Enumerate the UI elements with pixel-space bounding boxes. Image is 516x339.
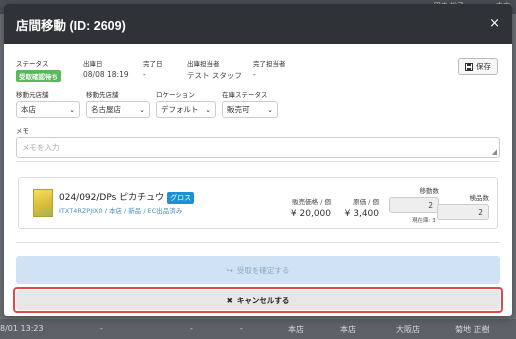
from-store-select[interactable]: 本店 ⌄ <box>16 101 80 118</box>
close-icon: ✖ <box>226 295 233 305</box>
ship-staff-value: テスト スタッフ <box>187 71 242 80</box>
background-cell: 本店 <box>288 325 304 334</box>
background-cell: 大阪店 <box>396 325 420 334</box>
confirm-receipt-button[interactable]: ↪ 受取を確定する <box>16 256 500 284</box>
item-card: 024/092/DPs ピカチュウ グロス ITXT4RZPJIX0 / 本店 /… <box>18 177 498 229</box>
to-store-field: 移動先店舗 名古屋店 ⌄ <box>86 89 150 118</box>
chevron-down-icon: ⌄ <box>69 105 75 114</box>
transfer-modal: 店間移動 (ID: 2609) × 保存 ステータス 受取確認待ち 出庫日 08… <box>4 4 512 316</box>
card-thumbnail <box>33 189 53 217</box>
background-cell: 菊地 正樹 <box>455 325 490 334</box>
cost-col: 原価 / 個 ¥ 3,400 <box>337 196 379 219</box>
confirm-label: 受取を確定する <box>236 265 290 275</box>
location-label: ロケーション <box>156 91 195 99</box>
ship-date-label: 出庫日 <box>83 60 103 68</box>
stock-status-label: 在庫ステータス <box>222 91 268 99</box>
modal-body: 保存 ステータス 受取確認待ち 出庫日 08/08 18:19 完了日 - 出庫… <box>4 44 512 166</box>
current-stock-note: 現在庫: 3 <box>412 218 436 224</box>
select-row: 移動元店舗 本店 ⌄ 移動先店舗 名古屋店 ⌄ ロケーション デフォルト ⌄ 在… <box>16 89 500 118</box>
from-store-value: 本店 <box>21 105 36 114</box>
background-cell-date: 8/01 13:23 <box>0 324 44 333</box>
stock-status-value: 販売可 <box>227 105 250 114</box>
sale-price-value: ¥ 20,000 <box>290 209 331 219</box>
item-name-line: 024/092/DPs ピカチュウ グロス <box>59 190 195 204</box>
background-cell: 本店 <box>340 325 356 334</box>
move-qty-label: 移動数 <box>419 187 440 195</box>
item-name: 024/092/DPs ピカチュウ <box>59 193 165 203</box>
done-staff-value: - <box>253 70 256 79</box>
background-table-row: 8/01 13:23 - - - 本店 本店 大阪店 菊地 正樹 <box>0 318 516 339</box>
status-info: ステータス 受取確認待ち <box>16 58 71 82</box>
info-row: ステータス 受取確認待ち 出庫日 08/08 18:19 完了日 - 出庫担当者… <box>16 58 500 82</box>
from-store-label: 移動元店舗 <box>16 91 49 99</box>
move-qty-col: 移動数 <box>389 185 440 195</box>
status-label: ステータス <box>16 60 49 68</box>
divider <box>16 242 500 243</box>
save-icon <box>465 62 473 71</box>
modal-title: 店間移動 (ID: 2609) <box>16 18 126 33</box>
cost-value: ¥ 3,400 <box>344 209 379 219</box>
from-store-field: 移動元店舗 本店 ⌄ <box>16 89 80 118</box>
inspect-col: 検品数 <box>437 192 490 202</box>
done-date-value: - <box>143 70 146 79</box>
memo-input[interactable]: メモを入力 ◢ <box>16 137 500 158</box>
background-cell: - <box>100 324 103 333</box>
location-field: ロケーション デフォルト ⌄ <box>156 89 216 118</box>
save-button[interactable]: 保存 <box>458 58 498 75</box>
share-arrow-icon: ↪ <box>226 265 233 275</box>
sale-price-label: 販売価格 / 個 <box>292 198 331 206</box>
done-staff-info: 完了担当者 - <box>253 58 303 82</box>
move-qty-input[interactable]: 2 <box>389 197 439 213</box>
chevron-down-icon: ⌄ <box>139 105 145 114</box>
to-store-select[interactable]: 名古屋店 ⌄ <box>86 101 150 118</box>
ship-date-value: 08/08 18:19 <box>83 70 129 79</box>
item-subtitle: ITXT4RZPJIX0 / 本店 / 新品 / EC出品済み <box>59 207 183 215</box>
memo-placeholder: メモを入力 <box>22 143 60 152</box>
save-label: 保存 <box>476 62 491 71</box>
done-staff-label: 完了担当者 <box>253 60 286 68</box>
sale-price-col: 販売価格 / 個 ¥ 20,000 <box>269 196 331 219</box>
chevron-down-icon: ⌄ <box>205 105 211 114</box>
stock-status-select[interactable]: 販売可 ⌄ <box>222 101 278 118</box>
item-tag-badge: グロス <box>167 192 195 204</box>
chevron-down-icon: ⌄ <box>267 105 273 114</box>
inspect-label: 検品数 <box>469 194 490 202</box>
done-date-info: 完了日 - <box>143 58 175 82</box>
status-badge: 受取確認待ち <box>16 70 61 82</box>
memo-label: メモ <box>16 127 29 135</box>
stock-status-field: 在庫ステータス 販売可 ⌄ <box>222 89 278 118</box>
ship-staff-info: 出庫担当者 テスト スタッフ <box>187 58 242 82</box>
resize-grip-icon[interactable]: ◢ <box>492 148 497 156</box>
cancel-button[interactable]: ✖ キャンセルする <box>16 290 500 310</box>
background-cell: - <box>190 324 193 333</box>
cost-label: 原価 / 個 <box>353 198 379 206</box>
location-value: デフォルト <box>161 105 199 114</box>
location-select[interactable]: デフォルト ⌄ <box>156 101 216 118</box>
background-cell: - <box>240 324 243 333</box>
modal-header: 店間移動 (ID: 2609) × <box>4 4 512 44</box>
cancel-label: キャンセルする <box>236 295 290 305</box>
divider <box>16 161 500 162</box>
to-store-value: 名古屋店 <box>91 105 121 114</box>
to-store-label: 移動先店舗 <box>86 91 119 99</box>
done-date-label: 完了日 <box>143 60 163 68</box>
ship-staff-label: 出庫担当者 <box>187 60 220 68</box>
close-icon[interactable]: × <box>489 16 500 31</box>
inspect-qty-input[interactable]: 2 <box>437 204 489 220</box>
ship-date-info: 出庫日 08/08 18:19 <box>83 58 129 82</box>
